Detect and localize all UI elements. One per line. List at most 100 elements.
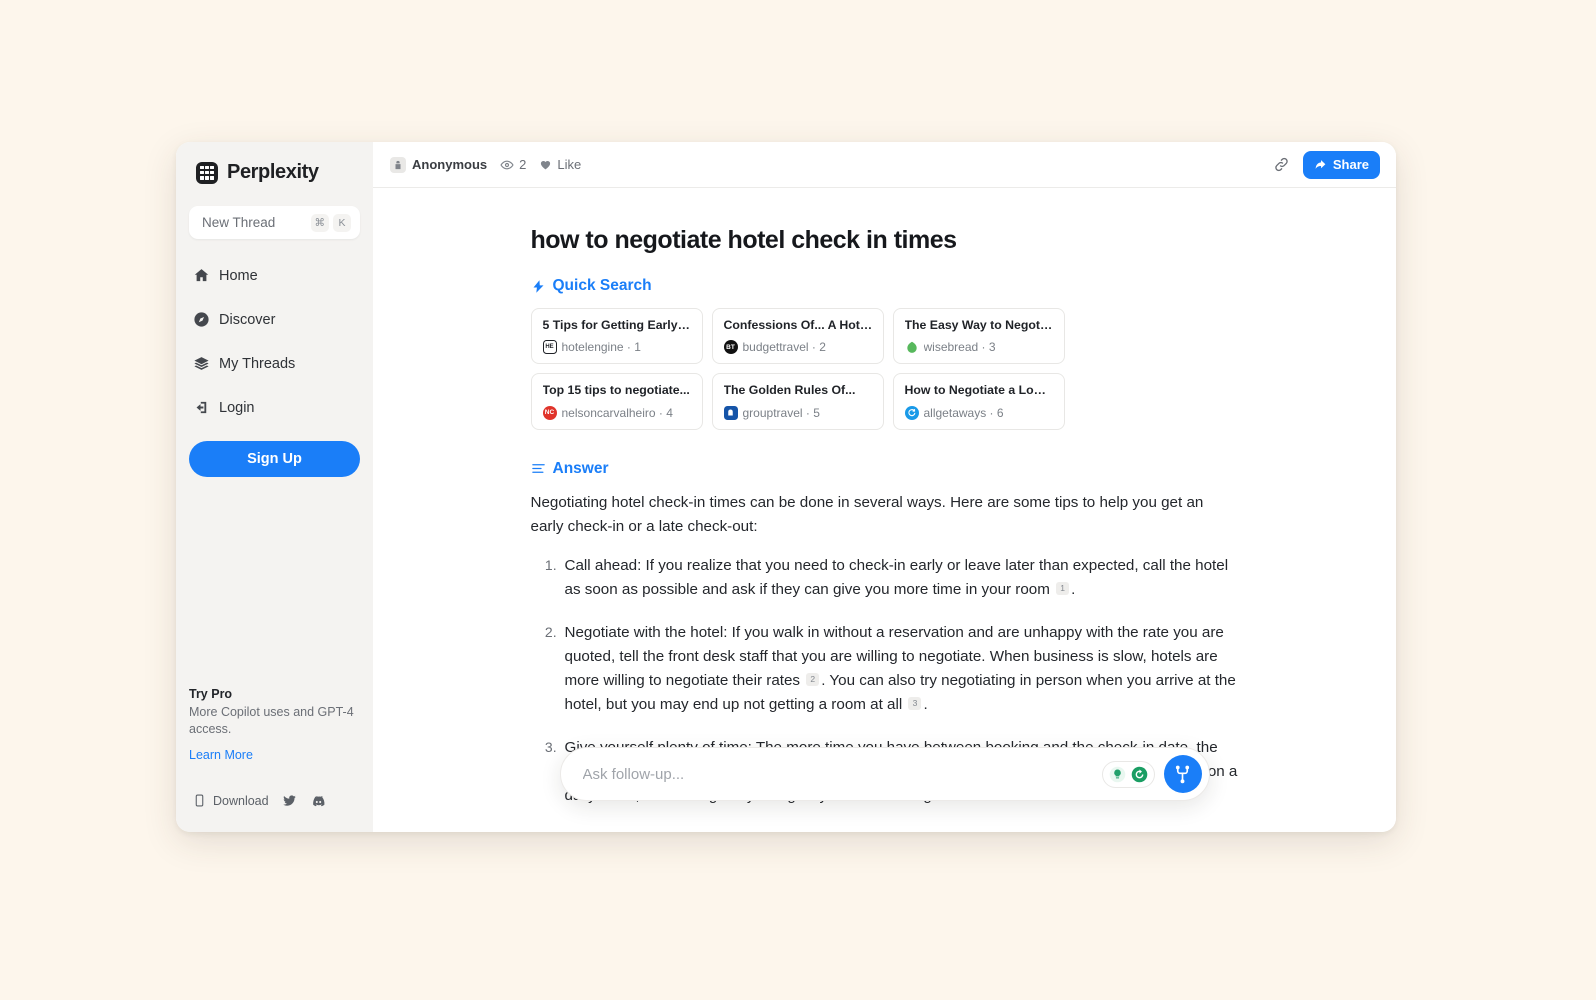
favicon-hotelengine: HE bbox=[542, 340, 557, 355]
source-card[interactable]: The Easy Way to Negotiate... wisebread ·… bbox=[892, 308, 1065, 365]
citation-badge[interactable]: 1 bbox=[1056, 581, 1070, 595]
source-title: Confessions Of... A Hotel... bbox=[723, 318, 873, 332]
perplexity-app-window: Perplexity New Thread ⌘ K Home Discover … bbox=[176, 142, 1396, 832]
fork-send-icon bbox=[1175, 765, 1190, 783]
send-button[interactable] bbox=[1163, 755, 1202, 793]
compass-icon bbox=[194, 312, 209, 327]
list-item: Negotiate with the hotel: If you walk in… bbox=[561, 621, 1239, 717]
view-count-value: 2 bbox=[519, 157, 527, 172]
sidebar-item-discover[interactable]: Discover bbox=[189, 305, 360, 334]
citation-badge[interactable]: 3 bbox=[908, 696, 922, 710]
list-item: Av bbox=[561, 827, 1239, 832]
sidebar-item-my-threads[interactable]: My Threads bbox=[189, 349, 360, 378]
brand[interactable]: Perplexity bbox=[189, 142, 360, 184]
author-info: Anonymous bbox=[390, 156, 488, 173]
source-meta: HE hotelengine · 1 bbox=[542, 340, 692, 355]
page-title: how to negotiate hotel check in times bbox=[530, 226, 958, 254]
key-k: K bbox=[333, 213, 351, 232]
favicon-allgetaways bbox=[904, 405, 919, 420]
try-pro-box: Try Pro More Copilot uses and GPT-4 acce… bbox=[189, 687, 364, 765]
share-label: Share bbox=[1332, 157, 1369, 172]
answer-header: Answer bbox=[531, 460, 1239, 478]
new-thread-label: New Thread bbox=[202, 215, 276, 230]
share-arrow-icon bbox=[1315, 160, 1326, 169]
citation-badge[interactable]: 2 bbox=[806, 672, 820, 686]
phone-icon bbox=[195, 794, 204, 807]
source-site: budgettravel · 2 bbox=[742, 340, 826, 355]
try-pro-title: Try Pro bbox=[189, 686, 233, 701]
view-count: 2 bbox=[500, 157, 526, 172]
brand-name: Perplexity bbox=[227, 161, 319, 183]
source-title: 5 Tips for Getting Early Hot... bbox=[542, 318, 692, 332]
answer-label: Answer bbox=[552, 459, 609, 477]
sidebar-item-home[interactable]: Home bbox=[189, 261, 360, 290]
main-area: Anonymous 2 Like Share how to negotiate … bbox=[373, 142, 1396, 832]
favicon-grouptravel bbox=[723, 405, 738, 420]
answer-item-text: Call ahead: If you realize that you need… bbox=[564, 556, 1229, 598]
sidebar-nav: Home Discover My Threads Login bbox=[189, 261, 360, 422]
try-pro-description: More Copilot uses and GPT-4 access. bbox=[189, 704, 354, 737]
share-button[interactable]: Share bbox=[1302, 150, 1380, 179]
answer-intro: Negotiating hotel check-in times can be … bbox=[530, 493, 1204, 535]
source-site: wisebread · 3 bbox=[923, 340, 996, 355]
answer-item-text: Av bbox=[565, 830, 582, 832]
source-title: Top 15 tips to negotiate... bbox=[542, 383, 690, 398]
lightbulb-icon bbox=[1108, 765, 1127, 784]
anonymous-avatar-icon bbox=[390, 156, 406, 173]
copilot-refresh-icon bbox=[1130, 765, 1149, 784]
source-site: hotelengine · 1 bbox=[561, 340, 641, 355]
top-bar-left: Anonymous 2 Like bbox=[390, 156, 581, 173]
like-button[interactable]: Like bbox=[539, 157, 581, 172]
source-card[interactable]: How to Negotiate a Lower... allgetaways … bbox=[892, 373, 1065, 430]
sidebar-item-login[interactable]: Login bbox=[189, 393, 360, 422]
source-meta: allgetaways · 6 bbox=[904, 405, 1054, 420]
quick-search-label: Quick Search bbox=[552, 277, 652, 294]
copilot-toggle[interactable] bbox=[1101, 760, 1155, 788]
quick-search-header: Quick Search bbox=[531, 277, 1239, 295]
sidebar-item-label-login: Login bbox=[219, 399, 255, 416]
learn-more-link[interactable]: Learn More bbox=[189, 748, 253, 762]
link-icon[interactable] bbox=[1273, 156, 1290, 173]
source-site: grouptravel · 5 bbox=[742, 405, 820, 420]
like-label: Like bbox=[557, 157, 582, 172]
source-card[interactable]: Top 15 tips to negotiate... NC nelsoncar… bbox=[530, 373, 703, 430]
grid-logo-icon bbox=[196, 161, 218, 184]
author-name: Anonymous bbox=[412, 157, 488, 172]
favicon-wisebread bbox=[905, 340, 919, 354]
source-card[interactable]: Confessions Of... A Hotel... BT budgettr… bbox=[711, 308, 884, 365]
sidebar-item-label-discover: Discover bbox=[219, 311, 276, 328]
answer-item-tail: . bbox=[923, 695, 928, 713]
sign-up-button[interactable]: Sign Up bbox=[189, 441, 360, 477]
sidebar-item-label-my-threads: My Threads bbox=[219, 355, 296, 372]
layers-icon bbox=[194, 357, 209, 370]
top-bar-right: Share bbox=[1273, 150, 1380, 179]
source-meta: grouptravel · 5 bbox=[723, 405, 873, 420]
new-thread-button[interactable]: New Thread ⌘ K bbox=[189, 206, 360, 239]
bolt-icon bbox=[533, 279, 543, 293]
sidebar: Perplexity New Thread ⌘ K Home Discover … bbox=[176, 142, 373, 832]
home-icon bbox=[194, 269, 209, 282]
source-meta: BT budgettravel · 2 bbox=[723, 340, 873, 355]
source-title: The Easy Way to Negotiate... bbox=[904, 318, 1054, 332]
login-arrow-icon bbox=[196, 401, 207, 414]
answer-item-tail: . bbox=[1071, 580, 1076, 598]
discord-icon[interactable] bbox=[310, 793, 327, 808]
source-site: allgetaways · 6 bbox=[923, 405, 1004, 420]
follow-up-input[interactable] bbox=[582, 765, 1102, 783]
heart-icon bbox=[541, 161, 551, 170]
source-card[interactable]: The Golden Rules Of... grouptravel · 5 bbox=[711, 373, 884, 430]
eye-icon bbox=[500, 160, 514, 169]
list-item: Call ahead: If you realize that you need… bbox=[561, 554, 1239, 602]
sidebar-item-label-home: Home bbox=[219, 267, 258, 284]
top-bar: Anonymous 2 Like Share bbox=[373, 142, 1396, 188]
source-cards: 5 Tips for Getting Early Hot... HE hotel… bbox=[530, 308, 1239, 430]
source-card[interactable]: 5 Tips for Getting Early Hot... HE hotel… bbox=[530, 308, 703, 365]
source-meta: NC nelsoncarvalheiro · 4 bbox=[542, 405, 692, 420]
shortcut-keys: ⌘ K bbox=[310, 213, 351, 232]
thread-content: how to negotiate hotel check in times Qu… bbox=[373, 188, 1396, 832]
download-button[interactable]: Download bbox=[193, 793, 269, 808]
thread-inner: how to negotiate hotel check in times Qu… bbox=[530, 188, 1239, 832]
twitter-icon[interactable] bbox=[282, 793, 297, 808]
follow-up-bar bbox=[559, 747, 1210, 801]
source-meta: wisebread · 3 bbox=[905, 340, 1054, 354]
